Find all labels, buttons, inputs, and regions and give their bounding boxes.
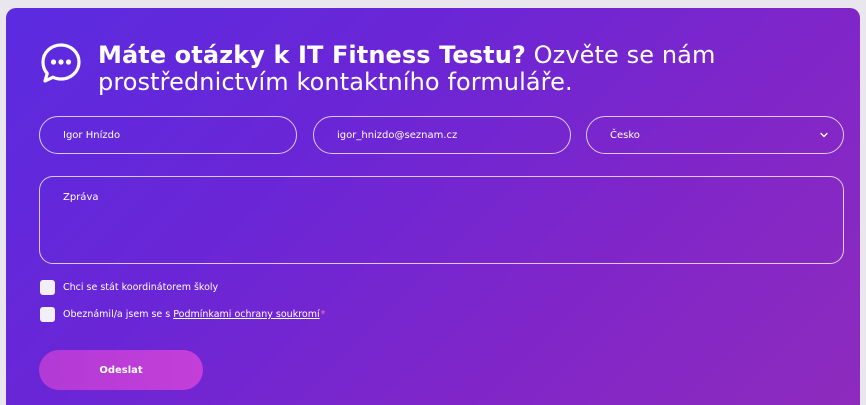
form-header: Máte otázky k IT Fitness Testu? Ozvěte s… [40, 42, 818, 96]
privacy-policy-link[interactable]: Podmínkami ochrany soukromí [173, 309, 319, 320]
chat-bubble-icon [41, 43, 81, 83]
message-field[interactable]: Zpráva [39, 176, 844, 264]
email-field[interactable]: igor_hnizdo@seznam.cz [313, 116, 571, 154]
message-placeholder: Zpráva [63, 192, 99, 203]
contact-form-card: Máte otázky k IT Fitness Testu? Ozvěte s… [6, 8, 860, 405]
name-field-value: Igor Hnízdo [63, 129, 121, 141]
page-title: Máte otázky k IT Fitness Testu? Ozvěte s… [98, 41, 716, 96]
coordinator-checkbox-row: Chci se stát koordinátorem školy [40, 280, 218, 295]
privacy-checkbox-row: Obeznámil/a jsem se s Podmínkami ochrany… [40, 307, 325, 322]
privacy-checkbox-label: Obeznámil/a jsem se s [63, 309, 174, 320]
submit-button[interactable]: Odeslat [39, 350, 203, 390]
coordinator-checkbox-label: Chci se stát koordinátorem školy [63, 282, 219, 293]
privacy-checkbox[interactable] [40, 307, 55, 322]
submit-button-label: Odeslat [99, 364, 143, 376]
chevron-down-icon [820, 132, 828, 138]
country-select-value: Česko [610, 129, 640, 141]
email-field-value: igor_hnizdo@seznam.cz [337, 129, 458, 141]
country-select[interactable]: Česko [586, 116, 844, 154]
name-field[interactable]: Igor Hnízdo [39, 116, 297, 154]
required-marker: * [320, 309, 326, 320]
coordinator-checkbox[interactable] [40, 280, 55, 295]
